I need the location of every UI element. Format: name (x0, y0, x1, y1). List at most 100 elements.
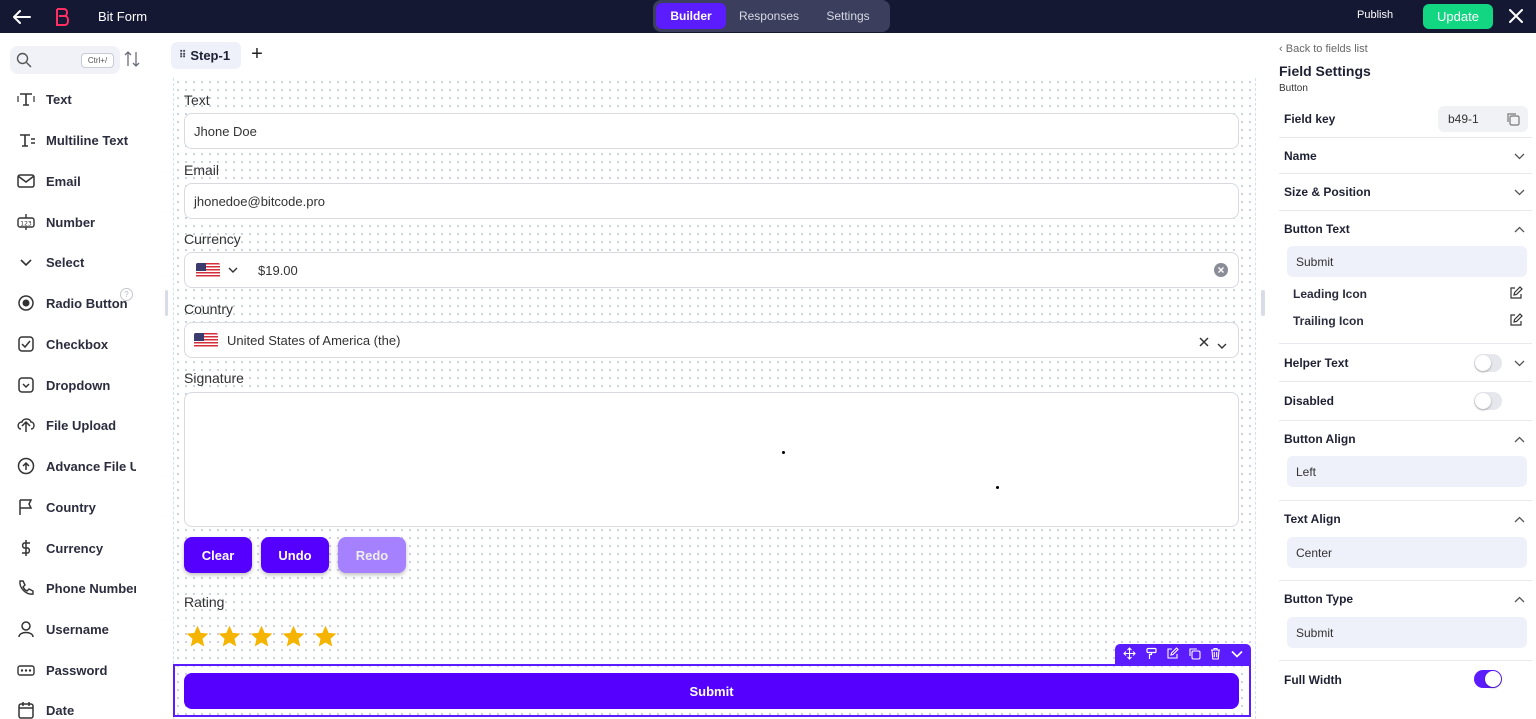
name-section-header[interactable]: Name (1284, 149, 1528, 163)
button-text-input[interactable]: Submit (1287, 246, 1527, 277)
sidebar-field-checkbox[interactable]: Checkbox (15, 332, 165, 356)
us-flag-icon (196, 262, 220, 278)
tab-settings[interactable]: Settings (812, 3, 884, 29)
clear-x-icon[interactable] (1199, 335, 1209, 350)
sidebar-field-file-upload[interactable]: File Upload (15, 413, 165, 437)
move-icon[interactable] (1123, 646, 1137, 663)
button-text-header[interactable]: Button Text (1284, 222, 1528, 236)
sidebar-field-password[interactable]: Password (15, 658, 165, 682)
style-brush-icon[interactable] (1145, 647, 1158, 663)
phone-icon (15, 577, 37, 599)
copy-icon[interactable] (1188, 647, 1201, 663)
chevron-down-icon[interactable] (1512, 185, 1526, 199)
add-step-button[interactable]: + (246, 42, 268, 66)
star-icon[interactable] (185, 624, 210, 649)
divider (1279, 137, 1532, 138)
signature-stroke (996, 486, 999, 489)
button-type-header[interactable]: Button Type (1284, 592, 1528, 606)
sidebar-field-radio[interactable]: Radio Button (15, 291, 165, 315)
text-field-label: Text (184, 92, 210, 108)
country-chevron-icon[interactable] (1217, 337, 1227, 352)
back-arrow-icon[interactable] (0, 0, 44, 33)
edit-icon[interactable] (1509, 286, 1523, 300)
trash-icon[interactable] (1209, 647, 1222, 663)
text-align-header[interactable]: Text Align (1284, 512, 1528, 526)
email-icon (15, 170, 37, 192)
edit-icon[interactable] (1166, 646, 1180, 663)
sidebar-field-currency[interactable]: Currency (15, 536, 165, 560)
clear-circle-icon[interactable] (1214, 263, 1228, 277)
flag-icon (15, 496, 37, 518)
chevron-up-icon[interactable] (1512, 432, 1526, 446)
chevron-up-icon[interactable] (1512, 222, 1526, 236)
button-align-select[interactable]: Left (1287, 456, 1527, 487)
sidebar-field-email[interactable]: Email (15, 169, 165, 193)
close-icon[interactable] (1505, 5, 1527, 27)
publish-button[interactable]: Publish (1357, 9, 1393, 21)
helper-text-toggle[interactable] (1474, 354, 1502, 372)
sidebar-field-dropdown[interactable]: Dropdown (15, 373, 165, 397)
currency-chevron-icon[interactable] (228, 267, 240, 273)
field-toolbar (1115, 644, 1251, 665)
signature-redo-button[interactable]: Redo (338, 537, 406, 573)
divider (1279, 500, 1532, 501)
copy-icon[interactable] (1506, 112, 1520, 129)
country-select[interactable]: United States of America (the) (184, 322, 1239, 358)
sidebar-field-phone[interactable]: Phone Number (15, 576, 165, 600)
sidebar-field-advance-upload[interactable]: Advance File Upload (15, 454, 165, 478)
us-flag-icon (194, 332, 218, 348)
edit-icon[interactable] (1509, 313, 1523, 327)
sidebar-resize-handle[interactable] (165, 290, 168, 316)
signature-undo-button[interactable]: Undo (261, 537, 329, 573)
star-icon[interactable] (217, 624, 242, 649)
main-tabs: Builder Responses Settings (653, 0, 890, 32)
search-shortcut-badge: Ctrl+/ (81, 53, 114, 68)
field-search-input[interactable]: Ctrl+/ (10, 46, 120, 74)
tab-builder[interactable]: Builder (656, 3, 726, 29)
fields-sidebar: Ctrl+/ Text Multiline Text Email 123 Num… (0, 33, 165, 719)
sidebar-field-username[interactable]: Username (15, 617, 165, 641)
text-align-select[interactable]: Center (1287, 537, 1527, 568)
chevron-down-icon[interactable] (1512, 149, 1526, 163)
checkbox-icon (15, 333, 37, 355)
settings-resize-handle[interactable] (1261, 290, 1265, 316)
button-align-header[interactable]: Button Align (1284, 432, 1528, 446)
tab-responses[interactable]: Responses (730, 3, 808, 29)
sort-icon[interactable] (124, 50, 140, 68)
sidebar-field-date[interactable]: Date (15, 698, 165, 719)
advance-upload-icon (15, 455, 37, 477)
divider (1279, 173, 1532, 174)
divider (1279, 420, 1532, 421)
multiline-text-icon (15, 129, 37, 151)
currency-input[interactable]: $19.00 (184, 252, 1239, 288)
star-icon[interactable] (313, 624, 338, 649)
sidebar-field-multiline[interactable]: Multiline Text (15, 128, 165, 152)
star-icon[interactable] (249, 624, 274, 649)
size-position-header[interactable]: Size & Position (1284, 185, 1528, 199)
text-field-icon (15, 88, 37, 110)
step-tab[interactable]: ⠿ Step-1 (171, 42, 241, 69)
sidebar-field-country[interactable]: Country (15, 495, 165, 519)
disabled-toggle[interactable] (1474, 392, 1502, 410)
field-key-input[interactable]: b49-1 (1438, 106, 1528, 132)
button-type-select[interactable]: Submit (1287, 617, 1527, 648)
sidebar-field-text[interactable]: Text (15, 87, 165, 111)
back-to-fields-link[interactable]: ‹ Back to fields list (1279, 43, 1368, 55)
update-button[interactable]: Update (1423, 4, 1493, 29)
email-input[interactable]: jhonedoe@bitcode.pro (184, 183, 1239, 219)
star-icon[interactable] (281, 624, 306, 649)
text-input[interactable]: Jhone Doe (184, 113, 1239, 149)
signature-clear-button[interactable]: Clear (184, 537, 252, 573)
sidebar-field-number[interactable]: 123 Number (15, 210, 165, 234)
upload-icon (15, 414, 37, 436)
bitform-logo-icon (52, 7, 72, 27)
submit-button[interactable]: Submit (184, 673, 1239, 709)
chevron-up-icon[interactable] (1512, 592, 1526, 606)
full-width-toggle[interactable] (1474, 670, 1502, 688)
chevron-up-icon[interactable] (1512, 512, 1526, 526)
sidebar-field-select[interactable]: Select (15, 250, 165, 274)
dollar-icon (15, 537, 37, 559)
signature-pad[interactable] (184, 392, 1239, 527)
chevron-down-icon[interactable] (1512, 356, 1526, 370)
chevron-down-icon[interactable] (1231, 649, 1243, 661)
